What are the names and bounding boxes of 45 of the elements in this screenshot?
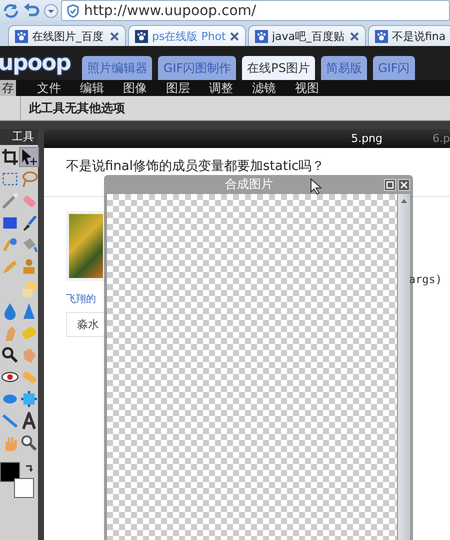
nav-tab[interactable]: 在线PS图片: [242, 56, 315, 80]
browser-tab[interactable]: java吧_百度贴: [248, 25, 366, 46]
site-logo[interactable]: upoop: [0, 50, 70, 76]
panel-title: 工具: [0, 129, 38, 145]
close-icon[interactable]: [350, 32, 359, 40]
shield-icon: [67, 4, 79, 18]
background-color-swatch[interactable]: [14, 478, 34, 498]
browser-tab[interactable]: ps在线版 Phot: [128, 25, 246, 46]
paw-icon: [255, 30, 268, 42]
crop-tool-icon[interactable]: [1, 148, 19, 166]
menu-item[interactable]: 视图: [295, 80, 319, 96]
document-tab[interactable]: 6.p: [432, 132, 450, 145]
menu-item[interactable]: 图层: [166, 80, 190, 96]
menu-item[interactable]: 图像: [123, 80, 147, 96]
paw-icon: [375, 30, 388, 42]
close-icon[interactable]: [230, 32, 239, 40]
close-icon[interactable]: [110, 32, 119, 40]
move-tool-icon[interactable]: [20, 148, 38, 166]
browser-tab[interactable]: 不是说fina: [368, 25, 450, 46]
menu-item[interactable]: 编辑: [80, 80, 104, 96]
menu-item[interactable]: 调整: [209, 80, 233, 96]
maximize-icon[interactable]: [384, 178, 396, 190]
address-bar[interactable]: http://www.uupoop.com/: [61, 0, 450, 21]
code-text: args): [408, 273, 442, 286]
menu-item[interactable]: 文件: [37, 80, 61, 96]
mouse-cursor-icon: [310, 178, 322, 195]
back-icon[interactable]: [23, 2, 41, 18]
zoom-tool-icon[interactable]: [20, 434, 38, 452]
vertical-scrollbar[interactable]: [397, 194, 410, 540]
photo-placeholder: [66, 211, 106, 281]
foreground-color-swatch[interactable]: [0, 462, 20, 482]
dodge-tool-icon[interactable]: [1, 346, 19, 364]
refresh-icon[interactable]: [2, 2, 20, 18]
type-tool-icon[interactable]: [20, 412, 38, 430]
dialog-title: 合成图片: [225, 176, 273, 193]
menu-item[interactable]: 存: [0, 80, 16, 96]
dropdown-icon[interactable]: [44, 4, 58, 18]
menu-item[interactable]: 滤镜: [252, 80, 276, 96]
pinch-tool-icon[interactable]: [20, 390, 38, 408]
browser-tab[interactable]: 在线图片_百度: [8, 25, 126, 46]
options-text: 此工具无其他选项: [29, 100, 125, 116]
swap-arrow-icon[interactable]: [24, 464, 34, 474]
document-tab[interactable]: 5.png: [351, 132, 383, 145]
paw-icon: [135, 30, 148, 42]
paw-icon: [15, 30, 28, 42]
